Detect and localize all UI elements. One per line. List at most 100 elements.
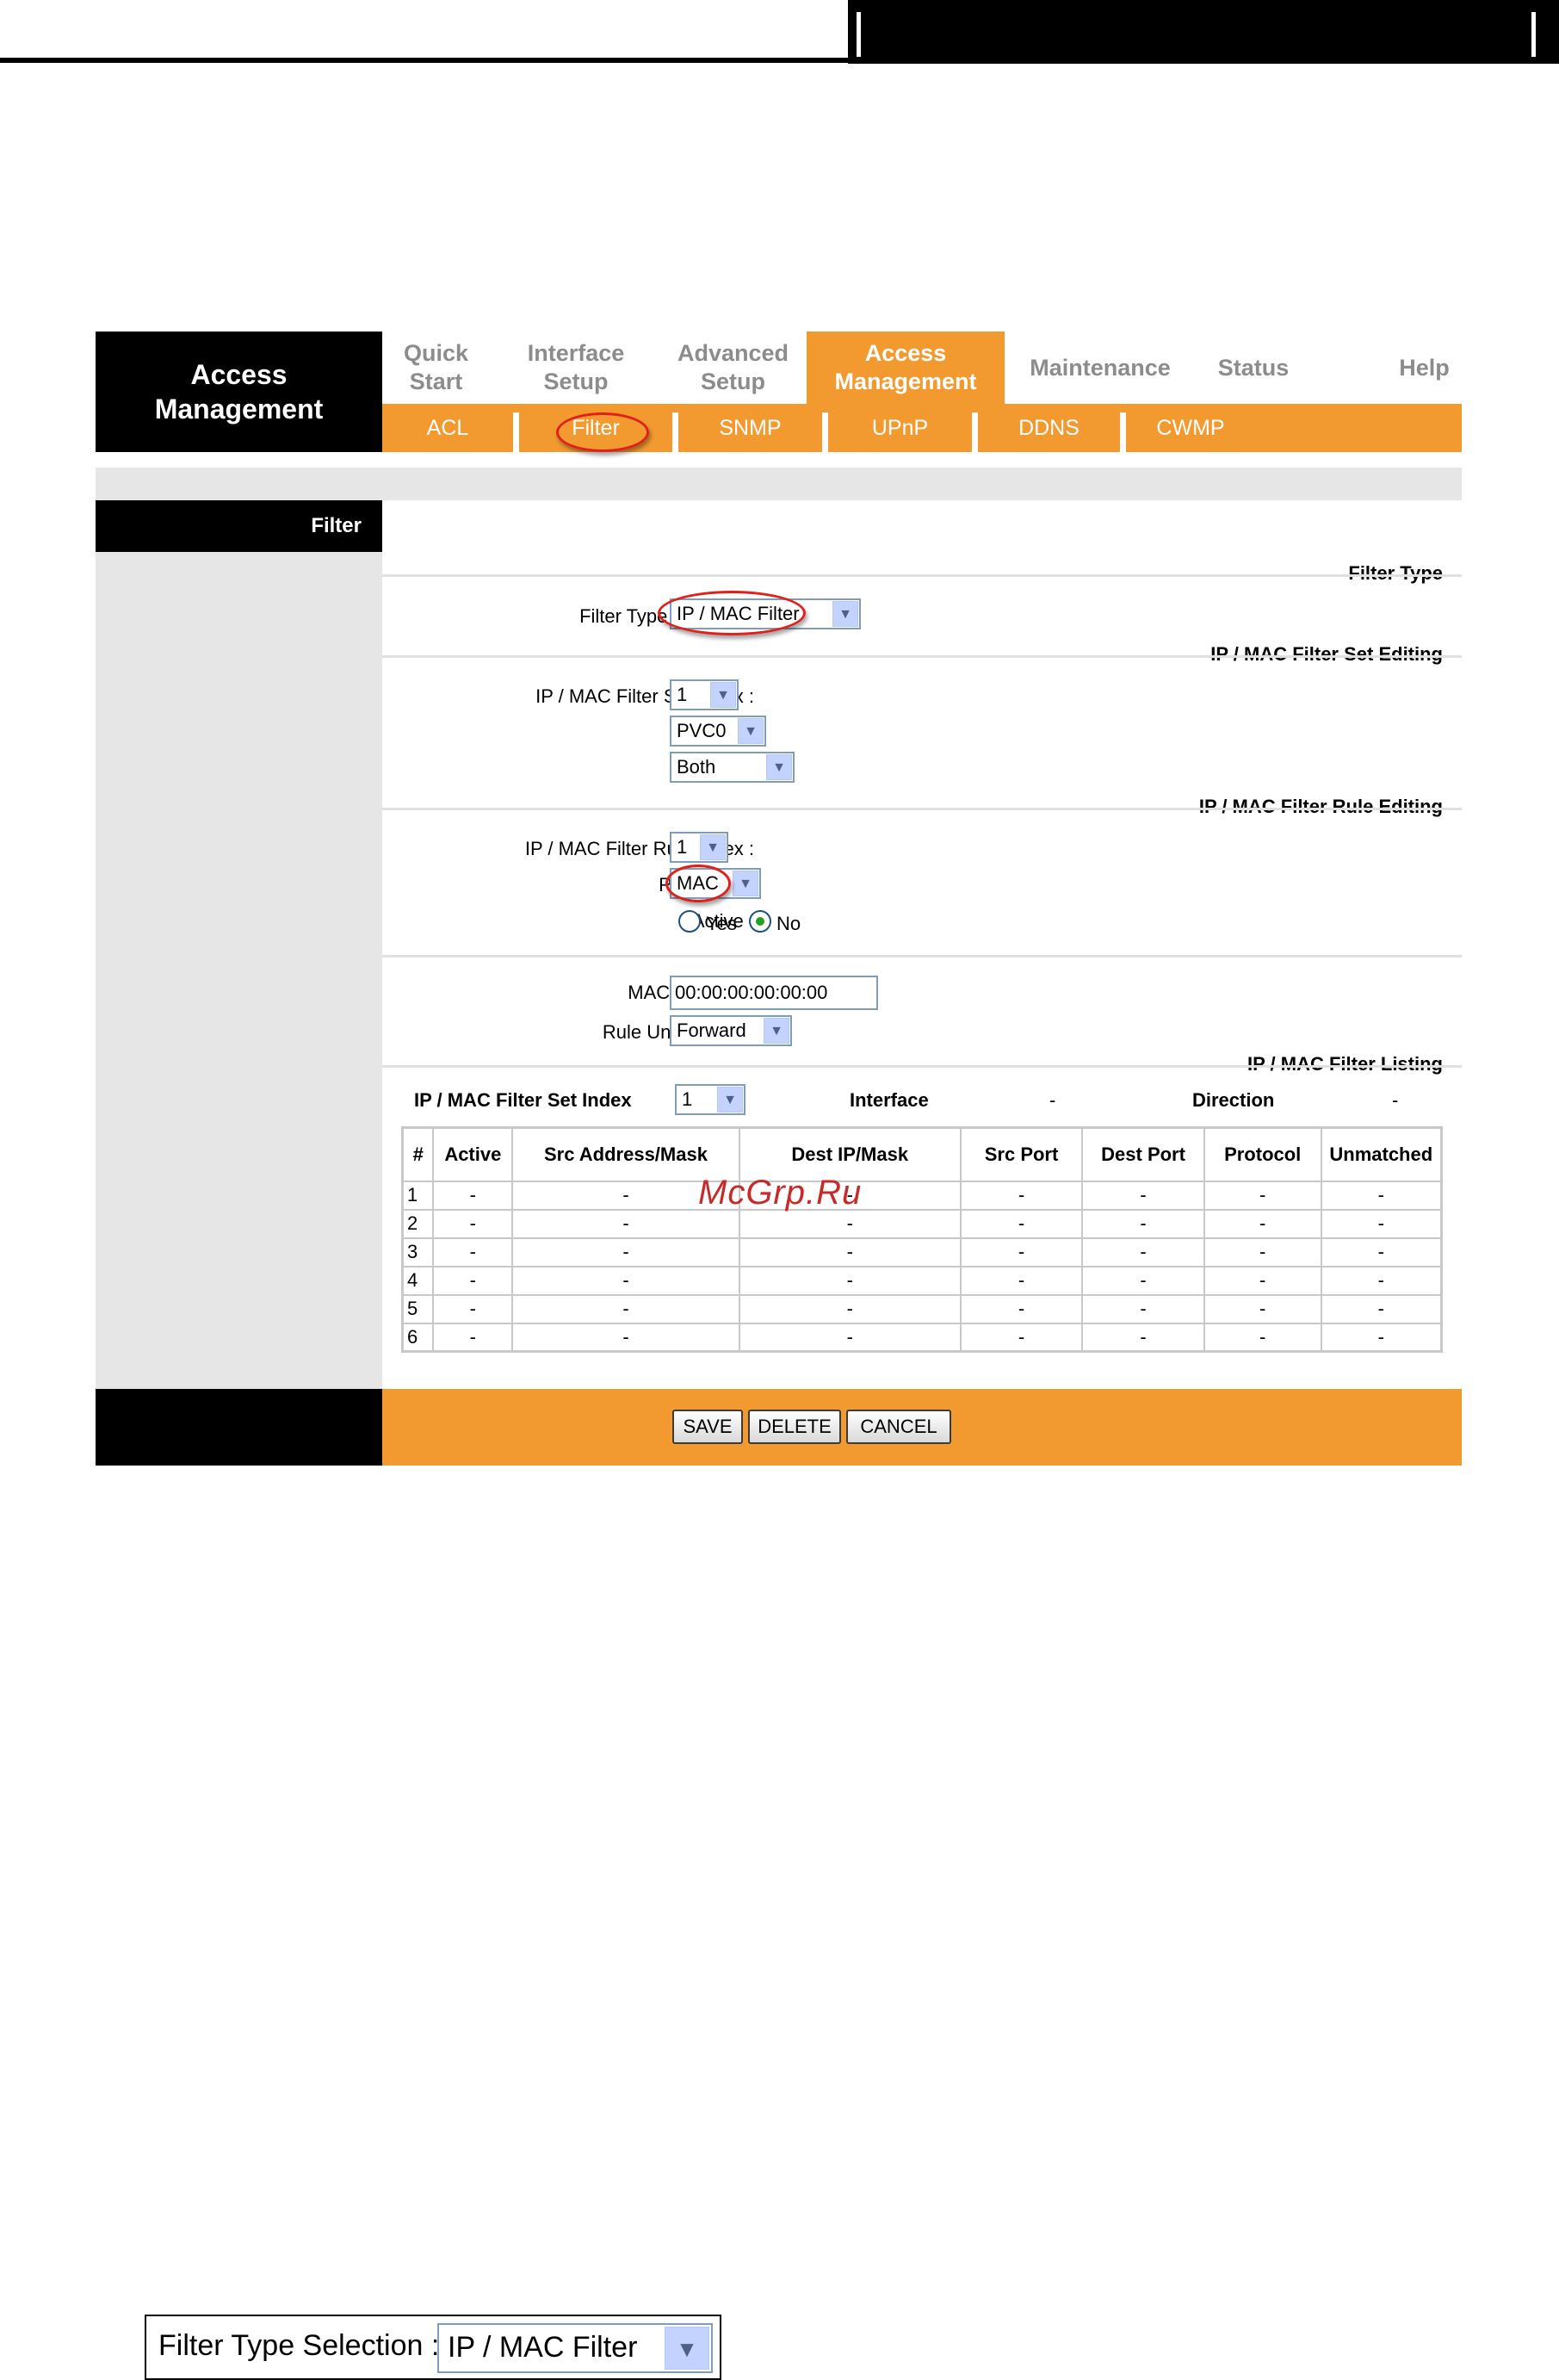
table-cell: - xyxy=(1203,1322,1322,1353)
subnav-cwmp[interactable]: CWMP xyxy=(1126,404,1255,452)
direction-value: Both xyxy=(677,756,716,778)
table-cell: - xyxy=(1320,1265,1443,1296)
divider xyxy=(382,574,1462,577)
cancel-button[interactable]: CANCEL xyxy=(846,1410,951,1444)
listing-set-index-value: 1 xyxy=(682,1088,693,1110)
set-index-select[interactable]: 1 ▼ xyxy=(670,679,739,710)
subnav-separator xyxy=(672,412,678,452)
subnav-separator xyxy=(1120,412,1126,452)
table-cell: - xyxy=(1320,1208,1443,1239)
table-cell: - xyxy=(959,1322,1084,1353)
detail-filter-type-select[interactable]: IP / MAC Filter ▼ xyxy=(437,2323,713,2373)
subnav-acl[interactable]: ACL xyxy=(382,404,513,452)
column-header: Protocol xyxy=(1203,1126,1322,1182)
interface-value: PVC0 xyxy=(677,720,727,741)
header-rule xyxy=(0,58,848,63)
brand-title-line2: Management xyxy=(154,394,324,425)
subnav-separator xyxy=(972,412,978,452)
table-cell: - xyxy=(432,1322,514,1353)
label-listing: IP / MAC Filter Listing xyxy=(1247,1053,1443,1075)
nav-label: Help xyxy=(1399,354,1450,381)
brand-title-line1: Access xyxy=(190,359,288,390)
nav-label: Start xyxy=(409,369,463,394)
table-cell: 1 xyxy=(401,1180,435,1211)
direction-select[interactable]: Both ▼ xyxy=(670,752,795,783)
table-cell: 6 xyxy=(401,1322,435,1353)
table-cell: - xyxy=(738,1322,962,1353)
nav-status[interactable]: Status xyxy=(1206,332,1301,404)
listing-direction-value: - xyxy=(1392,1089,1399,1111)
table-row: 2 - - - - - - - xyxy=(401,1208,1443,1239)
table-cell: - xyxy=(1081,1236,1205,1267)
nav-label: Setup xyxy=(700,369,765,394)
table-cell: - xyxy=(1320,1180,1443,1211)
chevron-down-icon: ▼ xyxy=(764,1018,789,1044)
table-cell: 2 xyxy=(401,1208,435,1239)
watermark: McGrp.Ru xyxy=(698,1174,863,1212)
nav-maintenance[interactable]: Maintenance xyxy=(1018,332,1182,404)
rule-unmatched-select[interactable]: Forward ▼ xyxy=(670,1015,792,1046)
brand-title: Access Management xyxy=(96,332,382,452)
table-cell: - xyxy=(1081,1322,1205,1353)
table-cell: 3 xyxy=(401,1236,435,1267)
divider xyxy=(382,955,1462,958)
listing-direction-label: Direction xyxy=(1192,1089,1275,1111)
table-cell: - xyxy=(511,1265,740,1296)
save-button[interactable]: SAVE xyxy=(672,1410,743,1444)
nav-quick-start[interactable]: Quick Start xyxy=(382,332,490,404)
table-cell: - xyxy=(959,1180,1084,1211)
listing-interface-label: Interface xyxy=(850,1089,929,1111)
column-header: Unmatched xyxy=(1320,1126,1443,1182)
rule-index-select[interactable]: 1 ▼ xyxy=(670,832,728,863)
subnav-separator xyxy=(513,412,519,452)
table-cell: - xyxy=(1320,1322,1443,1353)
subnav-snmp[interactable]: SNMP xyxy=(678,404,822,452)
nav-help[interactable]: Help xyxy=(1387,332,1462,404)
table-cell: - xyxy=(432,1208,514,1239)
active-no-radio[interactable] xyxy=(749,910,771,933)
listing-set-index-label: IP / MAC Filter Set Index xyxy=(414,1089,632,1111)
nav-label: Quick xyxy=(403,340,469,366)
table-cell: - xyxy=(1081,1265,1205,1296)
table-cell: - xyxy=(738,1208,962,1239)
table-cell: - xyxy=(1203,1265,1322,1296)
sub-navigation: ACL Filter SNMP UPnP DDNS CWMP xyxy=(382,404,1462,452)
footer-left xyxy=(96,1389,382,1466)
chevron-down-icon: ▼ xyxy=(832,601,858,627)
table-row: 6 - - - - - - - xyxy=(401,1322,1443,1353)
active-yes-radio[interactable] xyxy=(678,910,701,933)
table-cell: - xyxy=(1081,1293,1205,1324)
delete-button[interactable]: DELETE xyxy=(748,1410,841,1444)
table-cell: - xyxy=(1081,1180,1205,1211)
divider xyxy=(382,808,1462,810)
chevron-down-icon: ▼ xyxy=(710,682,736,708)
table-cell: - xyxy=(1081,1208,1205,1239)
subnav-separator xyxy=(822,412,828,452)
subnav-upnp[interactable]: UPnP xyxy=(828,404,972,452)
table-cell: - xyxy=(738,1293,962,1324)
nav-label: Status xyxy=(1217,354,1290,381)
table-cell: - xyxy=(959,1236,1084,1267)
router-admin-panel: Access Management Quick Start Interface Set… xyxy=(96,332,1462,1466)
table-cell: - xyxy=(432,1236,514,1267)
set-index-value: 1 xyxy=(677,684,688,705)
detail-filter-type-value: IP / MAC Filter xyxy=(448,2331,638,2364)
column-header: Src Port xyxy=(959,1126,1084,1182)
table-cell: - xyxy=(1320,1236,1443,1267)
filter-type-detail: Filter Type Selection : IP / MAC Filter … xyxy=(145,2315,721,2380)
listing-set-index-select[interactable]: 1 ▼ xyxy=(675,1084,745,1115)
header-black-bar xyxy=(848,0,1559,64)
interface-select[interactable]: PVC0 ▼ xyxy=(670,716,766,747)
gray-strip xyxy=(96,468,1462,500)
nav-interface-setup[interactable]: Interface Setup xyxy=(507,332,645,404)
mac-address-input[interactable]: 00:00:00:00:00:00 xyxy=(670,976,878,1010)
table-cell: - xyxy=(959,1293,1084,1324)
active-no-label: No xyxy=(776,913,801,934)
table-cell: - xyxy=(511,1293,740,1324)
section-title: Filter xyxy=(96,500,382,552)
nav-access-management[interactable]: Access Management xyxy=(807,332,1005,404)
label-rule-editing: IP / MAC Filter Rule Editing xyxy=(1198,796,1443,817)
nav-advanced-setup[interactable]: Advanced Setup xyxy=(662,332,804,404)
subnav-ddns[interactable]: DDNS xyxy=(978,404,1120,452)
column-header: Active xyxy=(432,1126,514,1182)
